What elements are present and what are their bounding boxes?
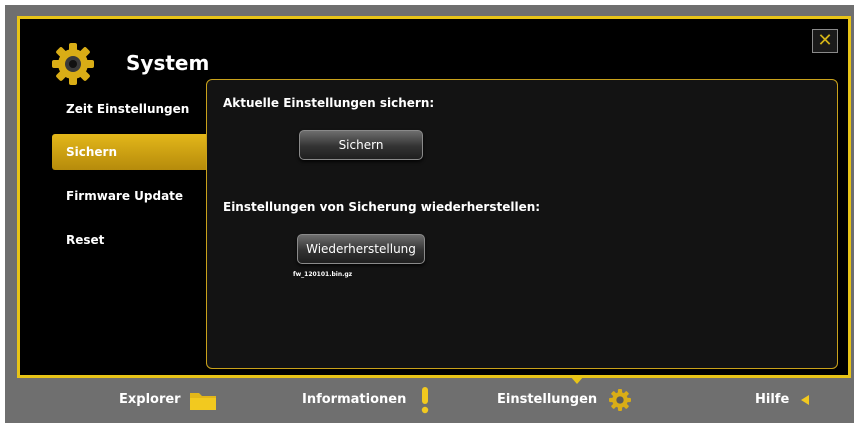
nav-item-explorer[interactable]: Explorer <box>119 377 217 423</box>
close-button[interactable]: ✕ <box>812 29 838 53</box>
sidebar-item-firmware-update[interactable]: Firmware Update <box>52 178 212 214</box>
backup-heading: Aktuelle Einstellungen sichern: <box>223 96 435 110</box>
exclamation-icon <box>421 386 429 413</box>
app-frame: System ✕ Zeit Einstellungen Sichern Firm… <box>5 5 854 423</box>
nav-label-hilfe: Hilfe <box>755 392 790 407</box>
sidebar-item-sichern[interactable]: Sichern <box>52 134 212 170</box>
window-title: System <box>126 51 210 75</box>
sidebar-item-reset[interactable]: Reset <box>52 222 212 258</box>
wiederherstellung-button[interactable]: Wiederherstellung <box>297 234 425 264</box>
nav-item-informationen[interactable]: Informationen <box>302 377 431 423</box>
restore-file-name: fw_120101.bin.gz <box>293 271 353 278</box>
triangle-left-icon <box>800 394 809 405</box>
nav-item-einstellungen[interactable]: Einstellungen <box>497 377 632 423</box>
bottom-nav: Explorer Informationen Einstellungen Hil… <box>5 376 854 423</box>
sidebar-item-zeit-einstellungen[interactable]: Zeit Einstellungen <box>52 91 212 127</box>
gear-icon <box>608 388 631 411</box>
nav-item-hilfe[interactable]: Hilfe <box>755 377 810 423</box>
content-panel: Aktuelle Einstellungen sichern: Sichern … <box>206 79 838 369</box>
system-window: System ✕ Zeit Einstellungen Sichern Firm… <box>17 16 851 378</box>
nav-label-einstellungen: Einstellungen <box>497 392 598 407</box>
gear-icon <box>52 43 94 85</box>
folder-icon <box>190 392 217 410</box>
nav-label-explorer: Explorer <box>119 392 181 407</box>
restore-heading: Einstellungen von Sicherung wiederherste… <box>223 200 541 214</box>
sichern-button[interactable]: Sichern <box>299 130 423 160</box>
nav-label-informationen: Informationen <box>302 392 407 407</box>
